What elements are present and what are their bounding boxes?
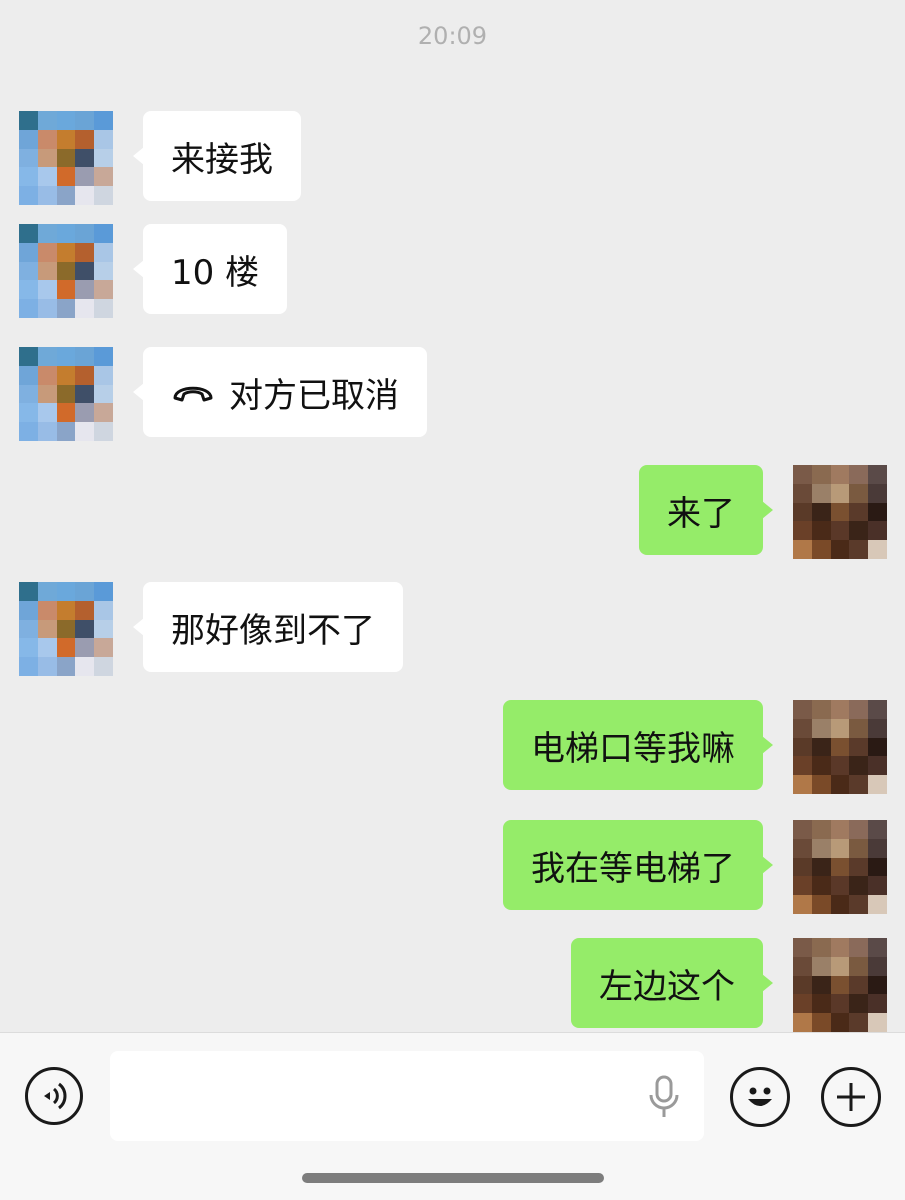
message-bubble[interactable]: 来了 [639,465,773,555]
message-input[interactable] [110,1051,704,1141]
message-bubble[interactable]: 我在等电梯了 [503,820,773,910]
message-row-incoming: 那好像到不了 [0,582,905,678]
message-row-outgoing: 左边这个 [0,938,905,1032]
message-row-outgoing: 我在等电梯了 [0,820,905,916]
message-row-incoming: 10 楼 [0,224,905,320]
voice-mode-icon [44,1082,67,1110]
message-text: 对方已取消 [229,375,399,416]
call-cancelled-bubble[interactable]: 对方已取消 [133,347,427,437]
self-avatar[interactable] [793,700,887,794]
self-avatar[interactable] [793,465,887,559]
friend-avatar[interactable] [19,582,113,676]
phone-hangup-icon [173,386,213,402]
message-text: 电梯口等我嘛 [531,728,735,769]
friend-avatar[interactable] [19,347,113,441]
emoji-button[interactable] [730,1067,790,1127]
message-bubble[interactable]: 那好像到不了 [133,582,403,672]
voice-mode-button[interactable] [25,1067,83,1125]
message-text: 10 楼 [171,252,260,293]
message-text: 来了 [667,493,735,534]
chat-area[interactable]: 20:09 来接我 10 楼 对方已取消 来了 那好像到不了 电梯口等我嘛 我在… [0,0,905,1032]
message-row-incoming: 对方已取消 [0,347,905,443]
home-indicator[interactable] [302,1173,604,1183]
emoji-icon [748,1087,772,1106]
more-options-button[interactable] [821,1067,881,1127]
message-row-outgoing: 电梯口等我嘛 [0,700,905,796]
input-bar [0,1032,905,1200]
friend-avatar[interactable] [19,111,113,205]
message-text: 来接我 [171,139,273,180]
message-text: 我在等电梯了 [531,848,735,889]
message-text: 那好像到不了 [171,610,375,651]
microphone-icon[interactable] [646,1075,682,1119]
message-bubble[interactable]: 电梯口等我嘛 [503,700,773,790]
message-bubble[interactable]: 左边这个 [571,938,773,1028]
message-bubble[interactable]: 10 楼 [132,224,288,314]
self-avatar[interactable] [793,938,887,1032]
message-row-outgoing: 来了 [0,465,905,561]
message-bubble[interactable]: 来接我 [133,111,301,201]
message-row-incoming: 来接我 [0,111,905,207]
message-text: 左边这个 [599,966,735,1007]
plus-icon [837,1083,865,1111]
self-avatar[interactable] [793,820,887,914]
friend-avatar[interactable] [19,224,113,318]
message-timestamp: 20:09 [417,22,488,50]
